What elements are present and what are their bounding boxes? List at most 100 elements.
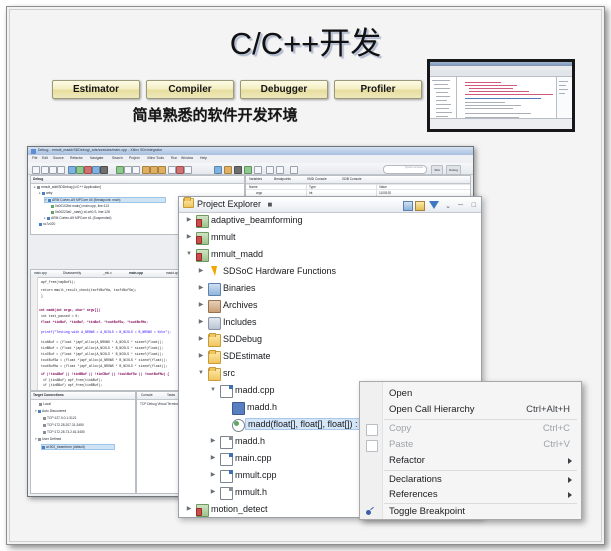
tab-tasks[interactable]: Tasks [167, 393, 175, 397]
toolbar-more-icon[interactable] [290, 165, 298, 174]
tab-xmd-console[interactable]: XMD Console [307, 177, 327, 181]
tab-variables[interactable]: Variables [249, 177, 262, 181]
close-icon[interactable]: ■ [268, 200, 273, 209]
tree-item-sdsoc-hardware-functions[interactable]: ▶ SDSoC Hardware Functions [179, 264, 481, 279]
chevron-right-icon[interactable]: ▶ [209, 451, 217, 466]
toolbar-nextannotation-icon[interactable] [254, 165, 262, 174]
tree-item-archives[interactable]: ▶ Archives [179, 298, 481, 313]
debug-tree-row[interactable]: 0x00223a0 _start() xil-crt0.S, line:128 [51, 210, 110, 214]
variables-view-tabbar[interactable]: Variables Breakpoints XMD Console GDB Co… [246, 176, 470, 184]
view-filter-icon[interactable] [429, 201, 439, 209]
editor-tab-main-cpp-1[interactable]: main.cpp [34, 271, 47, 275]
var-name[interactable]: argc [256, 191, 262, 195]
chevron-right-icon[interactable]: ▶ [197, 332, 205, 347]
chevron-right-icon[interactable]: ▶ [209, 485, 217, 500]
toolbar-suspend-icon[interactable] [124, 165, 132, 174]
target-tree-row[interactable]: TCP:172.28.207.31:3450 [43, 423, 84, 427]
toolbar-run-icon[interactable] [214, 165, 222, 174]
chevron-down-icon[interactable]: ▼ [209, 383, 217, 398]
compiler-button[interactable]: Compiler [146, 80, 234, 99]
menu-run[interactable]: Run [171, 156, 177, 160]
project-explorer-tabbar[interactable]: Project Explorer ■ ⌄ ─ □ [179, 197, 481, 213]
editor-tab-disassembly[interactable]: Disassembly [63, 271, 81, 275]
menu-file[interactable]: File [32, 156, 37, 160]
menu-refactor[interactable]: Refactor [70, 156, 83, 160]
target-tree-row[interactable]: ▾ Auto Discovered [35, 409, 66, 413]
menu-search[interactable]: Search [112, 156, 123, 160]
toolbar-search-icon[interactable] [244, 165, 252, 174]
toolbar-stop-icon[interactable] [84, 165, 92, 174]
menu-project[interactable]: Project [129, 156, 140, 160]
target-tree-row[interactable]: TCP:127.0.0.1:3121 [43, 416, 77, 420]
menu-item-references[interactable]: References [361, 487, 580, 503]
menu-navigate[interactable]: Navigate [90, 156, 103, 160]
menu-item-refactor[interactable]: Refactor [361, 453, 580, 469]
tree-item-includes[interactable]: ▶ Includes [179, 315, 481, 330]
estimator-button[interactable]: Estimator [52, 80, 140, 99]
toolbar-debug-icon[interactable] [224, 165, 232, 174]
minimize-icon[interactable]: ─ [458, 202, 463, 209]
menu-item-open-call-hierarchy[interactable]: Open Call Hierarchy Ctrl+Alt+H [361, 402, 580, 418]
tab-gdb-console[interactable]: GDB Console [342, 177, 362, 181]
target-tree-row[interactable]: TCP:172.28.73.2.61:3450 [43, 430, 85, 434]
chevron-down-icon[interactable]: ▼ [185, 247, 193, 262]
debug-tree-row[interactable]: ▸ mmult_add/SDDebug [c/C++ Application] [34, 185, 101, 189]
tree-item-src[interactable]: ▼ src [179, 366, 481, 381]
editor-tab-mb-c[interactable]: _mb.c [103, 271, 112, 275]
link-editor-icon[interactable] [415, 201, 425, 211]
tree-item-binaries[interactable]: ▶ Binaries [179, 281, 481, 296]
perspective-sdx[interactable]: SDx [431, 164, 443, 175]
toolbar-saveall-icon[interactable] [49, 165, 57, 174]
menu-help[interactable]: Help [200, 156, 207, 160]
chevron-right-icon[interactable]: ▶ [185, 213, 193, 228]
chevron-right-icon[interactable]: ▶ [185, 502, 193, 517]
toolbar-stepinto-icon[interactable] [142, 165, 150, 174]
chevron-right-icon[interactable]: ▶ [209, 468, 217, 483]
ide-toolbar[interactable]: Quick Access SDx Debug [28, 163, 473, 175]
menu-edit[interactable]: Edit [42, 156, 48, 160]
debug-tree-row[interactable]: 0x00102bd main() main.cpp, line:113 [51, 204, 109, 208]
toolbar-debugperspective-icon[interactable] [92, 165, 100, 174]
tab-console[interactable]: Console [141, 393, 153, 397]
toolbar-dropframe-icon[interactable] [168, 165, 176, 174]
toolbar-project-icon[interactable] [76, 165, 84, 174]
debug-tree-row[interactable]: ▸ ARM Cortex-A9 MPCore #1 (Suspended) [44, 216, 111, 220]
tab-target-connections[interactable]: Target Connections [33, 393, 64, 397]
chevron-right-icon[interactable]: ▶ [197, 281, 205, 296]
tree-item-sdestimate[interactable]: ▶ SDEstimate [179, 349, 481, 364]
editor-gutter[interactable] [31, 277, 38, 390]
menu-source[interactable]: Source [53, 156, 64, 160]
toolbar-terminate-icon[interactable] [132, 165, 140, 174]
toolbar-save-icon[interactable] [41, 165, 49, 174]
target-tree-row[interactable]: ▾ User Defined [35, 437, 61, 441]
toolbar-instrstep-icon[interactable] [176, 165, 184, 174]
debug-view-tabbar[interactable]: Debug [31, 176, 244, 184]
toolbar-print-icon[interactable] [57, 165, 65, 174]
menu-window[interactable]: Window [181, 156, 193, 160]
chevron-right-icon[interactable]: ▶ [197, 315, 205, 330]
debugger-button[interactable]: Debugger [240, 80, 328, 99]
menu-item-toggle-breakpoint[interactable]: Toggle Breakpoint [361, 504, 580, 519]
tree-item-sddebug[interactable]: ▶ SDDebug [179, 332, 481, 347]
toolbar-external-icon[interactable] [234, 165, 242, 174]
maximize-icon[interactable]: □ [472, 202, 476, 209]
toolbar-resume-icon[interactable] [116, 165, 124, 174]
toolbar-new-icon[interactable] [32, 165, 40, 174]
toolbar-back-icon[interactable] [266, 165, 274, 174]
tab-debug[interactable]: Debug [33, 177, 43, 181]
chevron-right-icon[interactable]: ▶ [185, 230, 193, 245]
debug-tree-row[interactable]: ▸ arby [39, 191, 52, 195]
view-menu-icon[interactable]: ⌄ [445, 202, 451, 210]
tab-breakpoints[interactable]: Breakpoints [274, 177, 291, 181]
chevron-right-icon[interactable]: ▶ [197, 298, 205, 313]
tree-item-mmult-madd[interactable]: ▼ mmult_madd [179, 247, 481, 262]
target-tree-row-selected[interactable]: ar.902_beamform (default) [41, 444, 115, 450]
tree-item-adaptive-beamforming[interactable]: ▶ adaptive_beamforming [179, 213, 481, 228]
menu-xilinx-tools[interactable]: Xilinx Tools [147, 156, 164, 160]
toolbar-forward-icon[interactable] [276, 165, 284, 174]
tab-project-explorer[interactable]: Project Explorer ■ [183, 197, 273, 211]
collapse-all-icon[interactable] [403, 201, 413, 211]
toolbar-terminal-icon[interactable] [100, 165, 108, 174]
target-tree-row[interactable]: Local [39, 402, 51, 406]
toolbar-stepreturn-icon[interactable] [158, 165, 166, 174]
